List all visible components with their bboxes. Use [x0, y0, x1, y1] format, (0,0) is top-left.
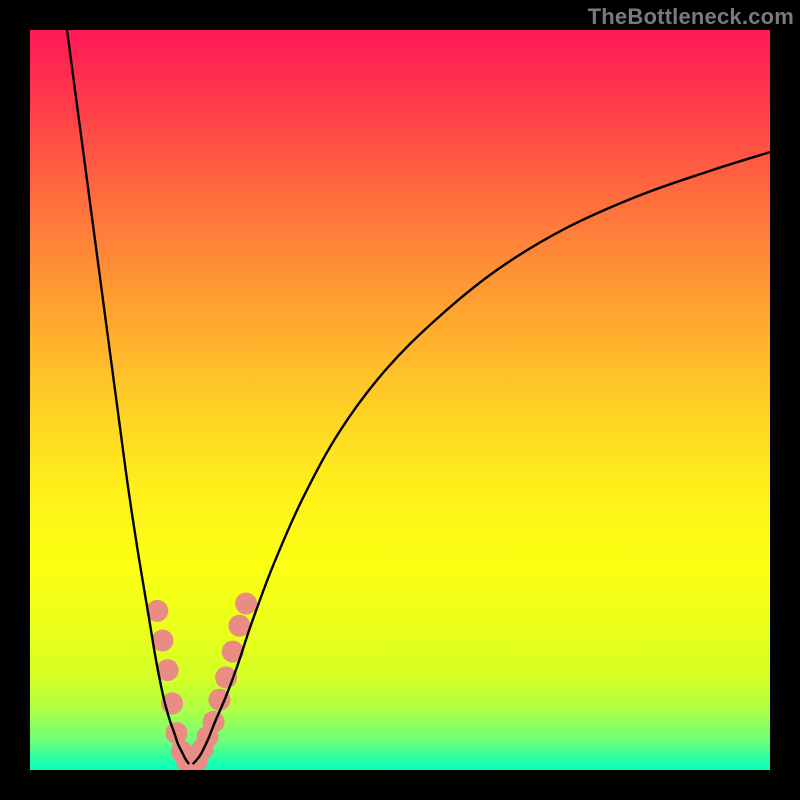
curve-layer [30, 30, 770, 770]
curve-left-branch [67, 30, 189, 764]
marker-dot [235, 593, 257, 615]
curve-right-branch [193, 152, 770, 764]
outer-frame: TheBottleneck.com [0, 0, 800, 800]
marker-dot [203, 711, 225, 733]
marker-dots-group [146, 593, 257, 771]
watermark-text: TheBottleneck.com [588, 4, 794, 30]
plot-area [30, 30, 770, 770]
